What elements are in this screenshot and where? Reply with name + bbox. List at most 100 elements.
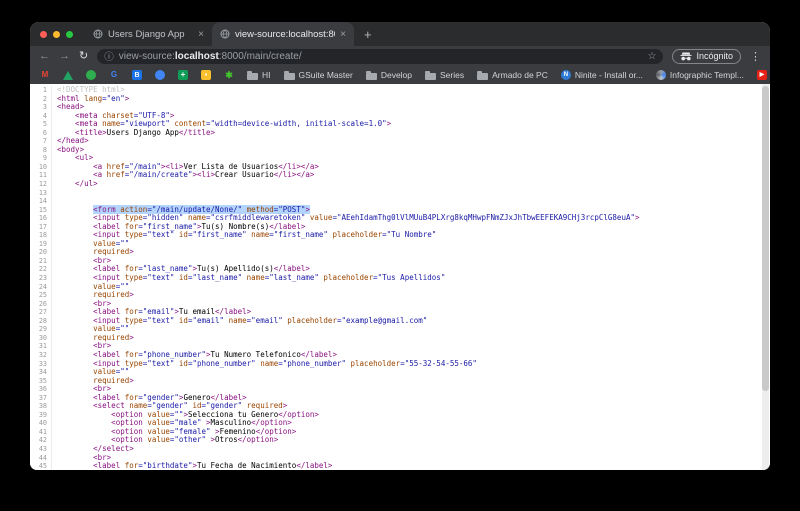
scrollbar-thumb[interactable] (762, 86, 769, 391)
code-token: value (147, 435, 170, 445)
code-token: ="text" (142, 315, 175, 325)
tab-users-django-app[interactable]: Users Django App × (85, 22, 212, 46)
bookmark-icon-item[interactable]: • (201, 70, 211, 80)
code-token: ="Tus Apellidos" (373, 273, 446, 283)
line-number: 2 (30, 94, 52, 104)
source-line: 25 required> (30, 290, 770, 300)
code-token: id (174, 230, 188, 240)
code-token: for (124, 461, 139, 470)
code-token: > (124, 93, 130, 103)
line-number: 1 (30, 86, 52, 95)
bookmark-label: HI (262, 70, 271, 80)
code-token: value (305, 213, 333, 223)
bookmark-icon-item[interactable]: B (132, 70, 142, 80)
leaf-icon (86, 70, 96, 80)
code-token: ="other" (169, 435, 207, 445)
close-window-button[interactable] (40, 31, 47, 38)
bookmark-star-icon[interactable]: ☆ (648, 51, 657, 62)
gmail-icon: M (41, 70, 49, 79)
line-number: 11 (30, 171, 52, 181)
source-line: 23 <input type="text" id="last_name" nam… (30, 273, 770, 283)
window-controls (40, 31, 73, 38)
toolbar: ← → ↻ ⓘ view-source:localhost:8000/main/… (30, 46, 770, 66)
line-number: 9 (30, 154, 52, 163)
bookmark-icon-item[interactable] (63, 70, 73, 80)
source-line: 18 <input type="text" id="first_name" na… (30, 231, 770, 240)
bookmark-item[interactable]: Armado de PC (477, 70, 548, 80)
page-info-icon[interactable]: ⓘ (104, 49, 114, 63)
bookmark-item[interactable]: GSuite Master (283, 70, 353, 80)
bookmark-label: Series (440, 70, 465, 80)
bookmark-icon-item[interactable]: ✱ (224, 70, 234, 80)
code-token: ="last_name" (187, 273, 243, 283)
bookmark-item[interactable]: HI (247, 70, 271, 80)
code-token: name (255, 358, 279, 368)
source-line: 43 </select> (30, 444, 770, 454)
source-line: 19 value="" (30, 239, 770, 249)
menu-icon[interactable]: ⋮ (750, 50, 761, 63)
code-token: placeholder (282, 315, 337, 325)
line-number: 20 (30, 248, 52, 257)
bookmark-icon-item[interactable]: M (40, 70, 50, 80)
url-scheme: view-source: (118, 50, 175, 62)
bookmark-icon-item[interactable] (86, 70, 96, 80)
line-number: 18 (30, 231, 52, 240)
source-line: 45 <label for="birthdate">Tu Fecha de Na… (30, 461, 770, 470)
line-number: 13 (30, 188, 52, 198)
folder-icon (425, 70, 437, 80)
line-number: 6 (30, 128, 52, 138)
bookmark-item[interactable]: Develop (365, 70, 413, 80)
source-line: 30 required> (30, 333, 770, 343)
bookmark-label: Develop (380, 70, 413, 80)
line-number: 34 (30, 368, 52, 377)
bookmark-label: GSuite Master (298, 70, 353, 80)
back-button[interactable]: ← (39, 50, 50, 62)
source-line: 35 required> (30, 376, 770, 386)
address-bar[interactable]: ⓘ view-source:localhost:8000/main/create… (97, 48, 664, 64)
tab-view-source[interactable]: view-source:localhost:8000/m × (212, 22, 354, 46)
line-number: 28 (30, 316, 52, 326)
zoom-window-button[interactable] (66, 31, 73, 38)
code-token: ="phone_number" (278, 358, 346, 368)
code-token: ="text" (142, 358, 175, 368)
code-token: href (106, 170, 125, 180)
line-number: 10 (30, 162, 52, 172)
bookmark-icon-item[interactable]: G (109, 70, 119, 80)
line-number: 44 (30, 453, 52, 463)
bookmark-label: Infographic Templ... (669, 70, 744, 80)
forward-button[interactable]: → (59, 50, 70, 62)
code-token: ="last_name" (264, 273, 319, 283)
new-tab-button[interactable]: + (364, 27, 372, 42)
bookmark-item[interactable]: N Ninite - Install or... (560, 70, 643, 80)
code-token: placeholder (346, 358, 401, 368)
close-tab-icon[interactable]: × (340, 29, 346, 40)
code-token: placeholder (318, 273, 374, 283)
bookmark-icon-item[interactable] (155, 70, 165, 80)
line-number: 40 (30, 419, 52, 428)
globe-favicon-icon (93, 29, 103, 39)
code-token: ="en" (102, 93, 125, 103)
code-token: > (206, 435, 216, 445)
bookmark-item[interactable]: ▶Música Para Estud... (756, 70, 770, 80)
code-token: Tu Fecha de Nacimiento (196, 461, 297, 470)
source-line: 11 <a href="/main/create"><li>Crear Usua… (30, 170, 770, 181)
scrollbar[interactable] (762, 84, 769, 470)
close-tab-icon[interactable]: × (198, 29, 204, 40)
source-line: 12 </ul> (30, 179, 770, 189)
code-token: </title> (178, 127, 216, 137)
reload-button[interactable]: ↻ (79, 50, 88, 62)
bookmark-icon-item[interactable]: + (178, 70, 188, 80)
line-number: 36 (30, 385, 52, 394)
bookmark-item[interactable]: Infographic Templ... (655, 70, 744, 80)
line-number: 3 (30, 103, 52, 112)
browser-window: Users Django App × view-source:localhost… (30, 22, 770, 470)
code-token: </label> (296, 461, 333, 470)
source-code: 1 <!DOCTYPE html> 2 <html lang="en"> 3 <head>… (30, 85, 770, 470)
code-token: </option> (237, 435, 279, 445)
youtube-icon: ▶ (756, 70, 767, 80)
code-token: ="/main/create" (124, 170, 193, 180)
bookmark-item[interactable]: Series (425, 70, 464, 80)
code-token: ="birthdate" (138, 461, 193, 470)
minimize-window-button[interactable] (53, 31, 60, 38)
globe-favicon-icon (220, 29, 230, 39)
